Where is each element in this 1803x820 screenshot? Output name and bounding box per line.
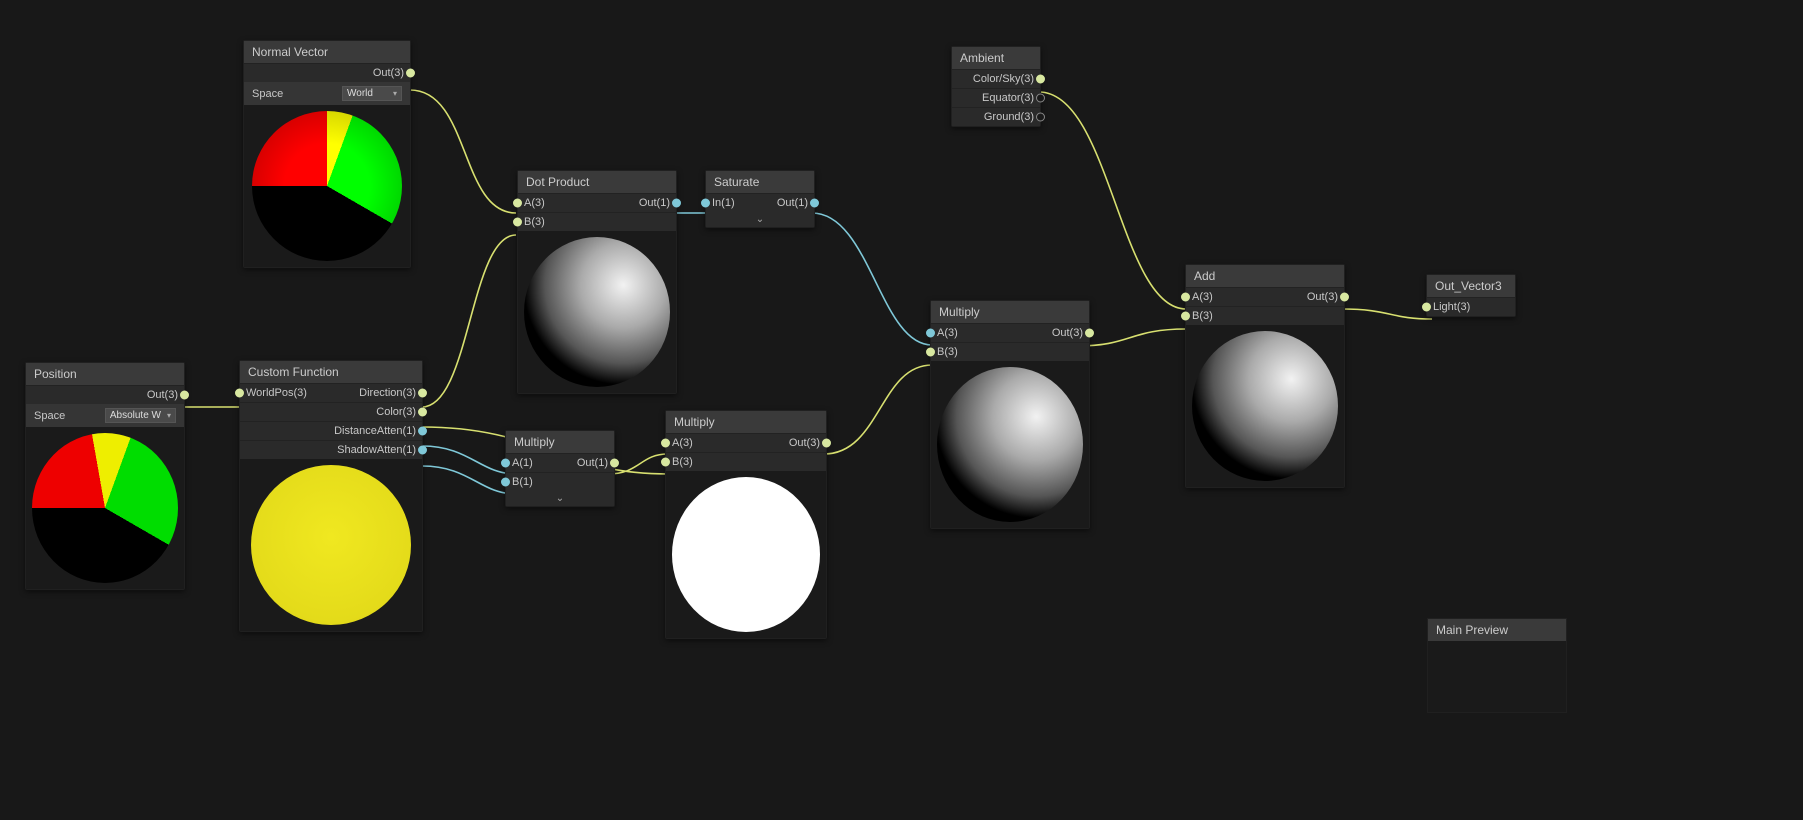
- port-label-out: Out(3): [147, 389, 178, 401]
- node-title: Dot Product: [518, 171, 676, 194]
- port-label: Out(3): [1307, 291, 1338, 303]
- port-label: Out(3): [1052, 327, 1083, 339]
- input-port[interactable]: [1181, 293, 1190, 302]
- node-add[interactable]: Add A(3) Out(3) B(3): [1185, 264, 1345, 488]
- node-title: Multiply: [506, 431, 614, 454]
- output-port[interactable]: [822, 439, 831, 448]
- input-port[interactable]: [1422, 303, 1431, 312]
- input-port[interactable]: [661, 439, 670, 448]
- port-label: Out(1): [777, 197, 808, 209]
- port-label: A(1): [512, 457, 533, 469]
- output-port[interactable]: [810, 199, 819, 208]
- output-port[interactable]: [406, 69, 415, 78]
- output-port[interactable]: [418, 427, 427, 436]
- output-port[interactable]: [180, 391, 189, 400]
- node-preview: [518, 231, 676, 393]
- port-label: A(3): [672, 437, 693, 449]
- input-port[interactable]: [661, 458, 670, 467]
- input-port[interactable]: [701, 199, 710, 208]
- node-ambient[interactable]: Ambient Color/Sky(3) Equator(3) Ground(3…: [951, 46, 1041, 127]
- input-port[interactable]: [235, 389, 244, 398]
- port-label: A(3): [1192, 291, 1213, 303]
- node-preview: [26, 427, 184, 589]
- input-port[interactable]: [501, 478, 510, 487]
- port-label: B(1): [512, 476, 533, 488]
- chevron-down-icon[interactable]: ⌄: [706, 212, 814, 227]
- space-dropdown[interactable]: Absolute W: [105, 408, 176, 423]
- input-port[interactable]: [501, 459, 510, 468]
- input-port[interactable]: [1181, 312, 1190, 321]
- node-preview: [244, 105, 410, 267]
- input-port[interactable]: [513, 218, 522, 227]
- output-port[interactable]: [1085, 329, 1094, 338]
- output-port[interactable]: [418, 446, 427, 455]
- node-multiply-1[interactable]: Multiply A(1) Out(1) B(1) ⌄: [505, 430, 615, 507]
- port-label: DistanceAtten(1): [334, 425, 416, 437]
- node-multiply-2[interactable]: Multiply A(3) Out(3) B(3): [665, 410, 827, 639]
- node-title: Add: [1186, 265, 1344, 288]
- input-port[interactable]: [926, 348, 935, 357]
- port-label: Out(3): [789, 437, 820, 449]
- node-title: Out_Vector3: [1427, 275, 1515, 298]
- port-label: In(1): [712, 197, 735, 209]
- node-preview: [240, 459, 422, 631]
- port-label-out: Out(3): [373, 67, 404, 79]
- node-title: Normal Vector: [244, 41, 410, 64]
- node-custom-function[interactable]: Custom Function WorldPos(3) Direction(3)…: [239, 360, 423, 632]
- port-label: B(3): [672, 456, 693, 468]
- output-port[interactable]: [672, 199, 681, 208]
- node-title: Saturate: [706, 171, 814, 194]
- main-preview-panel[interactable]: Main Preview: [1427, 618, 1567, 713]
- input-port[interactable]: [926, 329, 935, 338]
- node-dot-product[interactable]: Dot Product A(3) Out(1) B(3): [517, 170, 677, 394]
- space-dropdown[interactable]: World: [342, 86, 402, 101]
- node-title: Ambient: [952, 47, 1040, 70]
- port-label: Color(3): [376, 406, 416, 418]
- port-label: Light(3): [1433, 301, 1470, 313]
- node-multiply-3[interactable]: Multiply A(3) Out(3) B(3): [930, 300, 1090, 529]
- port-label: A(3): [937, 327, 958, 339]
- node-preview: [931, 361, 1089, 528]
- input-port[interactable]: [513, 199, 522, 208]
- port-label: B(3): [1192, 310, 1213, 322]
- output-port[interactable]: [418, 389, 427, 398]
- port-label: B(3): [524, 216, 545, 228]
- space-label: Space: [252, 88, 283, 100]
- node-title: Multiply: [931, 301, 1089, 324]
- space-label: Space: [34, 410, 65, 422]
- node-preview: [666, 471, 826, 638]
- node-preview: [1186, 325, 1344, 487]
- port-label: Equator(3): [982, 92, 1034, 104]
- output-port[interactable]: [1036, 94, 1045, 103]
- node-saturate[interactable]: Saturate In(1) Out(1) ⌄: [705, 170, 815, 228]
- port-label: WorldPos(3): [246, 387, 307, 399]
- node-normal-vector[interactable]: Normal Vector Out(3) Space World: [243, 40, 411, 268]
- node-out-vector3[interactable]: Out_Vector3 Light(3): [1426, 274, 1516, 317]
- port-label: Out(1): [577, 457, 608, 469]
- port-label: Direction(3): [359, 387, 416, 399]
- chevron-down-icon[interactable]: ⌄: [506, 491, 614, 506]
- port-label: ShadowAtten(1): [337, 444, 416, 456]
- node-title: Custom Function: [240, 361, 422, 384]
- output-port[interactable]: [610, 459, 619, 468]
- output-port[interactable]: [418, 408, 427, 417]
- node-title: Multiply: [666, 411, 826, 434]
- port-label: Ground(3): [984, 111, 1034, 123]
- port-label: A(3): [524, 197, 545, 209]
- main-preview-title: Main Preview: [1428, 619, 1566, 641]
- node-position[interactable]: Position Out(3) Space Absolute W: [25, 362, 185, 590]
- output-port[interactable]: [1036, 113, 1045, 122]
- output-port[interactable]: [1036, 75, 1045, 84]
- port-label: B(3): [937, 346, 958, 358]
- port-label: Color/Sky(3): [973, 73, 1034, 85]
- node-title: Position: [26, 363, 184, 386]
- port-label: Out(1): [639, 197, 670, 209]
- output-port[interactable]: [1340, 293, 1349, 302]
